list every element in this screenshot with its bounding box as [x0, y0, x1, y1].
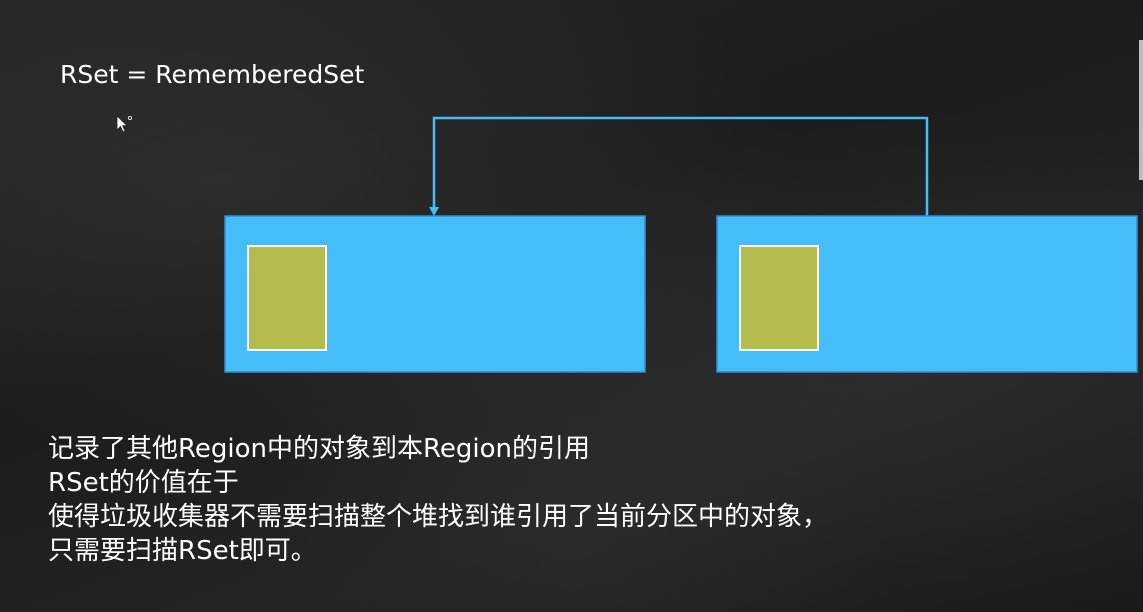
caption-line: RSet的价值在于: [48, 468, 239, 498]
slide: RSet = RememberedSet 记录了其他Region中的对象到本Re…: [0, 0, 1143, 612]
caption: 记录了其他Region中的对象到本Region的引用 RSet的价值在于 使得垃…: [48, 432, 828, 568]
caption-line: 只需要扫描RSet即可。: [48, 536, 317, 566]
scrollbar[interactable]: [1139, 40, 1143, 180]
rset-right: [739, 245, 819, 351]
caption-line: 使得垃圾收集器不需要扫描整个堆找到谁引用了当前分区中的对象，: [48, 502, 829, 532]
caption-line: 记录了其他Region中的对象到本Region的引用: [48, 434, 591, 464]
reference-arrow-head: [429, 207, 439, 216]
reference-arrow-line: [432, 116, 929, 216]
rset-left: [247, 245, 327, 351]
